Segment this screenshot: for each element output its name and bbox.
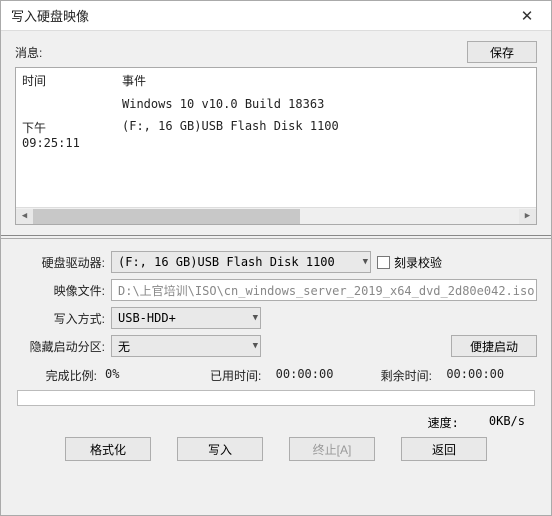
elapsed-value: 00:00:00 xyxy=(276,367,367,384)
log-event-cell: (F:, 16 GB)USB Flash Disk 1100 xyxy=(116,115,536,154)
speed-value: 0KB/s xyxy=(489,414,525,431)
log-time-cell: 下午 09:25:11 xyxy=(16,115,116,154)
chevron-down-icon: ▼ xyxy=(253,341,258,351)
log-row: Windows 10 v10.0 Build 18363 xyxy=(16,93,536,115)
log-box: 时间 事件 Windows 10 v10.0 Build 18363 下午 09… xyxy=(15,67,537,225)
log-header: 时间 事件 xyxy=(16,68,536,93)
window-title: 写入硬盘映像 xyxy=(11,6,89,25)
titlebar: 写入硬盘映像 ✕ xyxy=(1,1,551,31)
hide-boot-value: 无 xyxy=(118,338,130,355)
save-button[interactable]: 保存 xyxy=(467,41,537,63)
speed-row: 速度: 0KB/s xyxy=(15,414,537,431)
write-mode-select[interactable]: USB-HDD+ ▼ xyxy=(111,307,261,329)
drive-row: 硬盘驱动器: (F:, 16 GB)USB Flash Disk 1100 ▼ … xyxy=(15,251,537,273)
remain-label: 剩余时间: xyxy=(366,367,446,384)
log-row: 下午 09:25:11 (F:, 16 GB)USB Flash Disk 11… xyxy=(16,115,536,154)
quick-boot-button[interactable]: 便捷启动 xyxy=(451,335,537,357)
drive-select[interactable]: (F:, 16 GB)USB Flash Disk 1100 ▼ xyxy=(111,251,371,273)
button-row: 格式化 写入 终止[A] 返回 xyxy=(15,437,537,461)
hide-boot-label: 隐藏启动分区: xyxy=(15,338,105,355)
back-button[interactable]: 返回 xyxy=(401,437,487,461)
verify-label: 刻录校验 xyxy=(394,254,442,271)
h-scrollbar[interactable]: ◀ ▶ xyxy=(16,207,536,224)
checkbox-box xyxy=(377,256,390,269)
content-area: 消息: 保存 时间 事件 Windows 10 v10.0 Build 1836… xyxy=(1,31,551,515)
write-mode-row: 写入方式: USB-HDD+ ▼ xyxy=(15,307,537,329)
speed-label: 速度: xyxy=(428,414,459,431)
message-row: 消息: 保存 xyxy=(15,41,537,63)
section-divider xyxy=(1,235,551,243)
message-label: 消息: xyxy=(15,44,42,61)
write-mode-value: USB-HDD+ xyxy=(118,311,176,325)
hide-boot-row: 隐藏启动分区: 无 ▼ 便捷启动 xyxy=(15,335,537,357)
log-body: Windows 10 v10.0 Build 18363 下午 09:25:11… xyxy=(16,93,536,154)
image-label: 映像文件: xyxy=(15,282,105,299)
verify-checkbox[interactable]: 刻录校验 xyxy=(377,254,442,271)
image-row: 映像文件: D:\上官培训\ISO\cn_windows_server_2019… xyxy=(15,279,537,301)
log-table: 时间 事件 Windows 10 v10.0 Build 18363 下午 09… xyxy=(16,68,536,207)
form-area: 硬盘驱动器: (F:, 16 GB)USB Flash Disk 1100 ▼ … xyxy=(15,251,537,357)
log-col-time-header: 时间 xyxy=(16,68,116,93)
window: 写入硬盘映像 ✕ 消息: 保存 时间 事件 Windows 10 v10.0 B… xyxy=(0,0,552,516)
elapsed-label: 已用时间: xyxy=(196,367,276,384)
drive-label: 硬盘驱动器: xyxy=(15,254,105,271)
log-col-event-header: 事件 xyxy=(116,68,536,93)
scroll-right-icon[interactable]: ▶ xyxy=(519,209,536,224)
write-button[interactable]: 写入 xyxy=(177,437,263,461)
drive-select-value: (F:, 16 GB)USB Flash Disk 1100 xyxy=(118,255,335,269)
log-event-cell: Windows 10 v10.0 Build 18363 xyxy=(116,93,536,115)
scroll-thumb[interactable] xyxy=(33,209,300,224)
remain-value: 00:00:00 xyxy=(446,367,537,384)
abort-button: 终止[A] xyxy=(289,437,375,461)
chevron-down-icon: ▼ xyxy=(363,257,368,267)
hide-boot-select[interactable]: 无 ▼ xyxy=(111,335,261,357)
close-icon: ✕ xyxy=(521,7,534,25)
scroll-track[interactable] xyxy=(33,209,519,224)
progress-bar xyxy=(17,390,535,406)
log-time-cell xyxy=(16,93,116,115)
format-button[interactable]: 格式化 xyxy=(65,437,151,461)
image-file-value: D:\上官培训\ISO\cn_windows_server_2019_x64_d… xyxy=(118,282,534,299)
progress-value: 0% xyxy=(105,367,196,384)
close-button[interactable]: ✕ xyxy=(511,4,543,28)
chevron-down-icon: ▼ xyxy=(253,313,258,323)
status-grid: 完成比例: 0% 已用时间: 00:00:00 剩余时间: 00:00:00 xyxy=(15,367,537,384)
image-file-input[interactable]: D:\上官培训\ISO\cn_windows_server_2019_x64_d… xyxy=(111,279,537,301)
progress-label: 完成比例: xyxy=(15,367,105,384)
write-mode-label: 写入方式: xyxy=(15,310,105,327)
scroll-left-icon[interactable]: ◀ xyxy=(16,209,33,224)
